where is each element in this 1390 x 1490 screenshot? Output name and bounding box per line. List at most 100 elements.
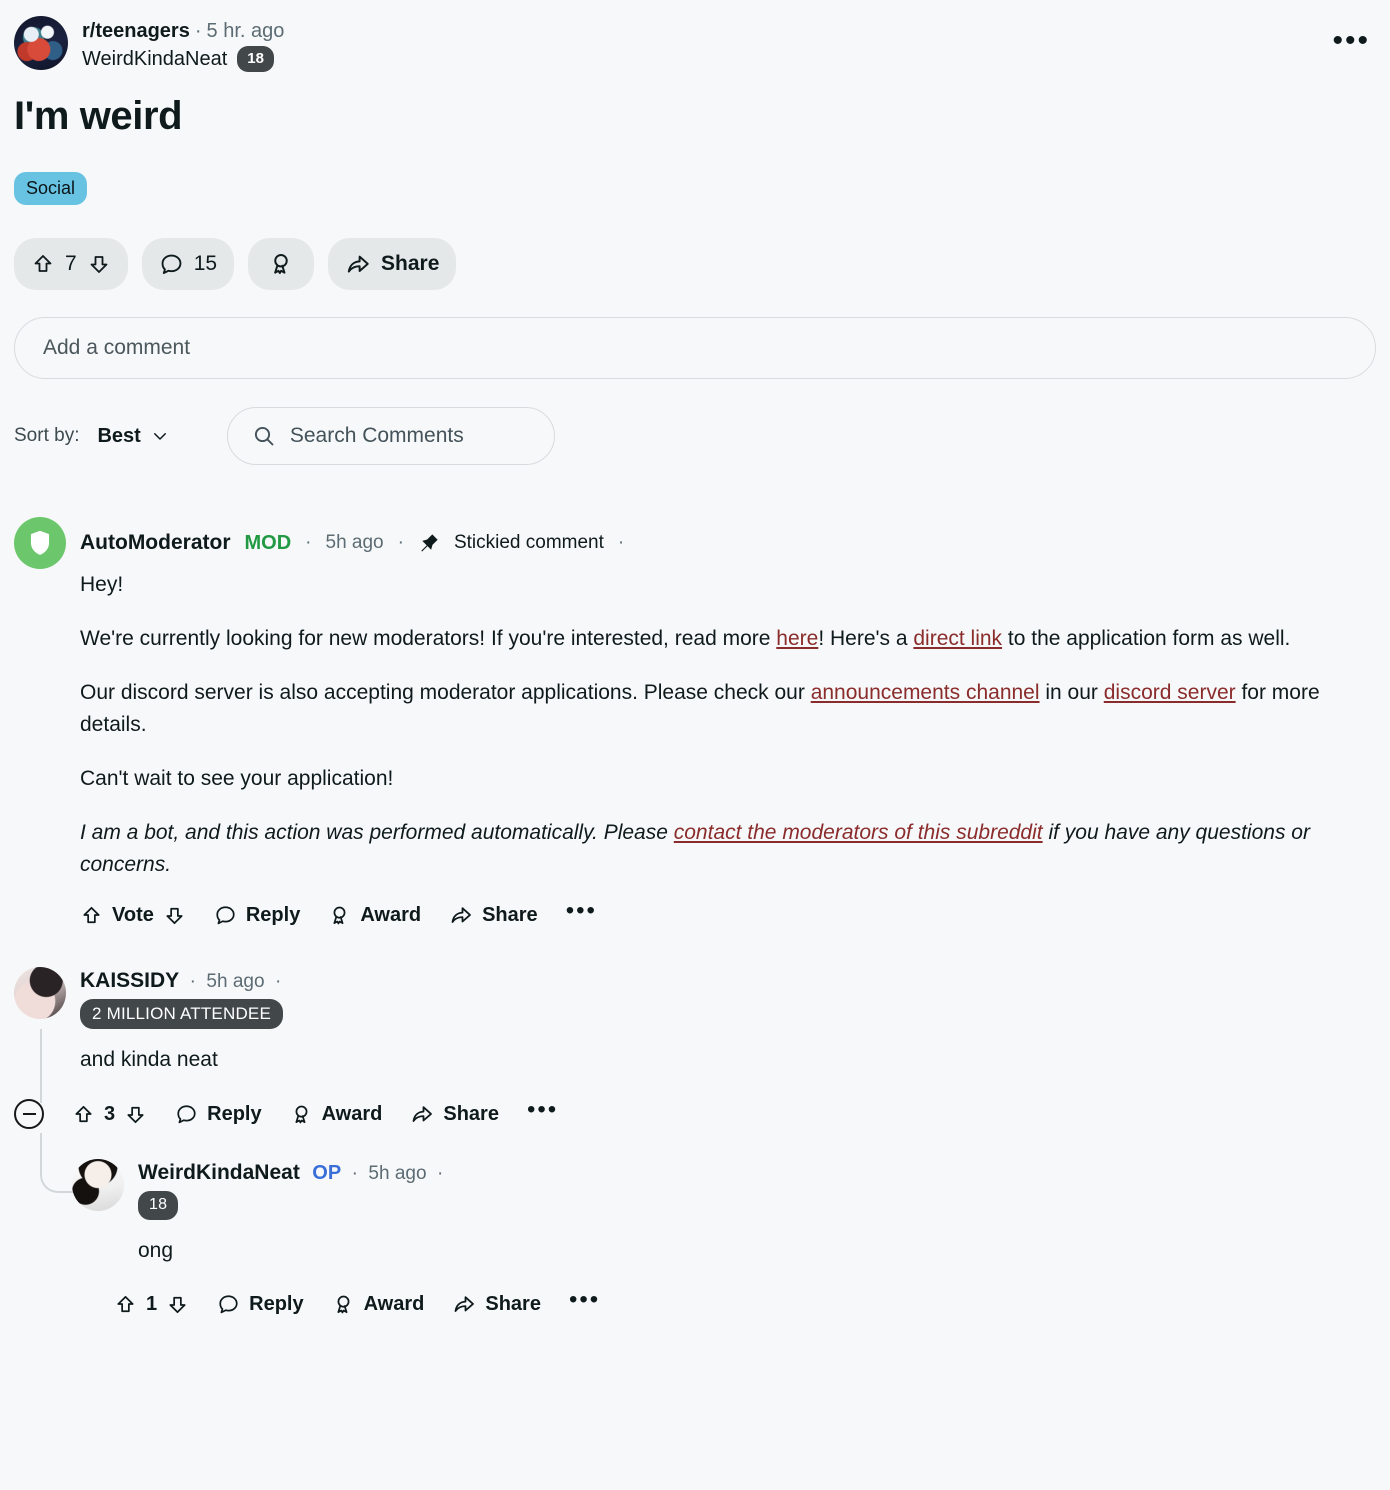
add-comment-input[interactable]: Add a comment bbox=[14, 317, 1376, 379]
meta-dot-1: · bbox=[305, 532, 312, 553]
sort-value: Best bbox=[97, 424, 141, 447]
subreddit-link[interactable]: r/teenagers bbox=[82, 20, 190, 42]
share-label: Share bbox=[443, 1102, 499, 1125]
comment-header: AutoModerator MOD · 5h ago · Stickied co… bbox=[14, 517, 1376, 569]
post-title: I'm weird bbox=[14, 94, 183, 138]
comments-pill[interactable]: 15 bbox=[141, 238, 235, 290]
meta-dot-2: · bbox=[275, 971, 282, 992]
search-comments-input[interactable]: Search Comments bbox=[226, 407, 555, 465]
comment-kaissidy: KAISSIDY · 5h ago · 2 MILLION ATTENDEE a… bbox=[14, 967, 1376, 1316]
share-pill[interactable]: Share bbox=[328, 238, 457, 290]
comment-sort-row: Sort by: Best Search Comments bbox=[14, 407, 1376, 465]
downvote-icon[interactable] bbox=[87, 252, 111, 276]
reply-label: Reply bbox=[207, 1102, 262, 1125]
share-button[interactable]: Share bbox=[410, 1102, 499, 1126]
p2-text-c: to the application form as well. bbox=[1002, 627, 1291, 650]
reply-header-line1: WeirdKindaNeat OP · 5h ago · bbox=[138, 1161, 443, 1185]
reply-label: Reply bbox=[245, 903, 301, 926]
comment-overflow-menu-button[interactable]: ••• bbox=[566, 899, 597, 924]
post-header-text: r/teenagers · 5 hr. ago WeirdKindaNeat 18 bbox=[82, 16, 284, 72]
post-header-line2: WeirdKindaNeat 18 bbox=[82, 46, 284, 72]
share-arrow-icon bbox=[345, 251, 371, 277]
upvote-icon[interactable] bbox=[114, 1293, 137, 1316]
comment-automoderator: AutoModerator MOD · 5h ago · Stickied co… bbox=[14, 517, 1376, 927]
share-arrow-icon bbox=[410, 1102, 434, 1126]
vote-control[interactable]: Vote bbox=[80, 904, 186, 927]
reply-button[interactable]: Reply bbox=[214, 904, 300, 927]
reply-overflow-menu-button[interactable]: ••• bbox=[569, 1288, 600, 1313]
link-direct-link[interactable]: direct link bbox=[913, 627, 1002, 650]
reply-header: WeirdKindaNeat OP · 5h ago · 18 bbox=[72, 1159, 1376, 1220]
award-rosette-icon bbox=[332, 1293, 355, 1316]
add-comment-placeholder: Add a comment bbox=[43, 336, 191, 359]
post-timestamp: 5 hr. ago bbox=[206, 20, 285, 42]
award-button[interactable]: Award bbox=[328, 904, 421, 927]
comment-header-text: KAISSIDY · 5h ago · 2 MILLION ATTENDEE bbox=[80, 967, 283, 1029]
vote-control[interactable]: 1 bbox=[114, 1293, 189, 1316]
share-button[interactable]: Share bbox=[452, 1292, 541, 1316]
search-comments-placeholder: Search Comments bbox=[289, 424, 464, 447]
downvote-icon[interactable] bbox=[124, 1103, 147, 1126]
reply-score: 1 bbox=[146, 1292, 158, 1315]
award-label: Award bbox=[360, 903, 422, 926]
share-arrow-icon bbox=[452, 1292, 476, 1316]
post-detail-page: r/teenagers · 5 hr. ago WeirdKindaNeat 18 … bbox=[0, 0, 1390, 1490]
comment-bubble-icon bbox=[159, 252, 184, 277]
separator-dot: · bbox=[194, 20, 202, 42]
comment-paragraph-4: Can't wait to see your application! bbox=[80, 767, 394, 790]
comment-author[interactable]: AutoModerator bbox=[80, 531, 231, 555]
reply-header-text: WeirdKindaNeat OP · 5h ago · 18 bbox=[138, 1159, 443, 1220]
post-author-link[interactable]: WeirdKindaNeat bbox=[82, 46, 227, 72]
post-overflow-menu-button[interactable]: ••• bbox=[1332, 26, 1370, 56]
reply-button[interactable]: Reply bbox=[217, 1292, 304, 1316]
comment-header-line1: KAISSIDY · 5h ago · bbox=[80, 969, 283, 993]
share-button[interactable]: Share bbox=[449, 903, 538, 927]
reply-author[interactable]: WeirdKindaNeat bbox=[138, 1161, 300, 1184]
award-label: Award bbox=[363, 1292, 425, 1315]
vote-pill[interactable]: 7 bbox=[14, 238, 128, 290]
upvote-icon[interactable] bbox=[31, 252, 55, 276]
user-avatar[interactable] bbox=[14, 967, 66, 1019]
link-announcements-channel[interactable]: announcements channel bbox=[811, 681, 1040, 704]
vote-control[interactable]: 3 bbox=[72, 1103, 147, 1126]
op-tag: OP bbox=[312, 1162, 342, 1184]
post-flair-social[interactable]: Social bbox=[14, 172, 88, 205]
subreddit-avatar[interactable] bbox=[14, 16, 68, 70]
comment-score: 3 bbox=[104, 1102, 116, 1125]
downvote-icon[interactable] bbox=[166, 1293, 189, 1316]
link-here[interactable]: here bbox=[776, 627, 818, 650]
p5-text-a: I am a bot, and this action was performe… bbox=[80, 821, 674, 844]
p3-text-a: Our discord server is also accepting mod… bbox=[80, 681, 811, 704]
comment-timestamp: 5h ago bbox=[206, 971, 265, 992]
comment-body: and kinda neat bbox=[80, 1048, 218, 1071]
link-contact-moderators[interactable]: contact the moderators of this subreddit bbox=[674, 821, 1043, 844]
shield-icon bbox=[27, 529, 53, 557]
automoderator-avatar[interactable] bbox=[14, 517, 66, 569]
award-button[interactable]: Award bbox=[332, 1292, 425, 1316]
collapse-thread-button[interactable] bbox=[14, 1099, 44, 1129]
sort-dropdown[interactable]: Best bbox=[97, 425, 168, 448]
pin-icon bbox=[418, 532, 440, 554]
post-header: r/teenagers · 5 hr. ago WeirdKindaNeat 18 bbox=[14, 0, 1376, 72]
meta-dot-2: · bbox=[397, 532, 404, 553]
reply-action-bar: 1 Reply Award Share ••• bbox=[114, 1288, 1376, 1316]
upvote-icon[interactable] bbox=[72, 1103, 95, 1126]
post-score: 7 bbox=[65, 252, 77, 275]
reply-button[interactable]: Reply bbox=[175, 1102, 262, 1126]
comment-author[interactable]: KAISSIDY bbox=[80, 969, 179, 992]
downvote-icon[interactable] bbox=[163, 904, 186, 927]
post-comment-count: 15 bbox=[193, 252, 218, 275]
link-discord-server[interactable]: discord server bbox=[1104, 681, 1236, 704]
vote-label: Vote bbox=[112, 903, 154, 926]
stickied-comment-label: Stickied comment bbox=[453, 532, 604, 553]
award-pill[interactable] bbox=[248, 238, 315, 290]
p2-text-a: We're currently looking for new moderato… bbox=[80, 627, 777, 650]
reply-label: Reply bbox=[249, 1292, 304, 1315]
award-label: Award bbox=[321, 1102, 383, 1125]
author-age-badge: 18 bbox=[237, 46, 274, 72]
reply-timestamp: 5h ago bbox=[368, 1163, 427, 1184]
upvote-icon[interactable] bbox=[80, 904, 103, 927]
award-button[interactable]: Award bbox=[290, 1102, 383, 1126]
comment-overflow-menu-button[interactable]: ••• bbox=[527, 1098, 558, 1123]
user-avatar[interactable] bbox=[72, 1159, 124, 1211]
